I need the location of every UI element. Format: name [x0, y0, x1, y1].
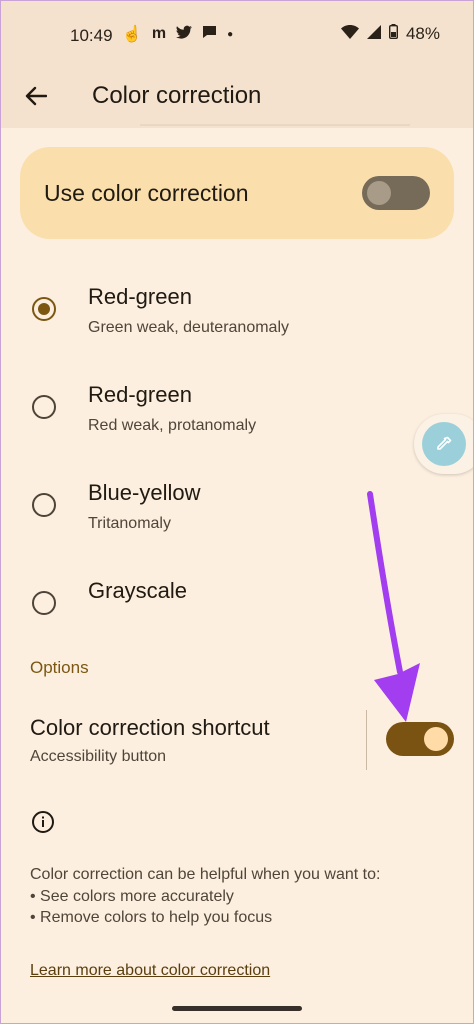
wifi-icon	[340, 24, 359, 44]
mode-subtitle: Red weak, protanomaly	[88, 417, 257, 434]
eyedropper-icon	[422, 422, 466, 466]
radio-button-selected[interactable]	[32, 297, 56, 321]
mode-subtitle: Tritanomaly	[88, 515, 171, 532]
navigation-handle[interactable]	[172, 1006, 302, 1011]
info-icon	[32, 811, 54, 833]
gesture-icon: ☝	[122, 26, 142, 43]
mode-title: Red-green	[88, 284, 192, 309]
info-text: Color correction can be helpful when you…	[30, 864, 380, 929]
twitter-icon	[176, 25, 193, 44]
mode-option-tritanomaly[interactable]: Blue-yellow Tritanomaly	[0, 480, 474, 550]
switch-thumb	[367, 181, 391, 205]
mode-option-protanomaly[interactable]: Red-green Red weak, protanomaly	[0, 382, 474, 452]
divider	[366, 710, 367, 770]
shortcut-subtitle: Accessibility button	[30, 748, 167, 765]
app-bar: Color correction	[0, 70, 474, 128]
battery-percent: 48%	[405, 24, 440, 43]
status-right: 48%	[340, 24, 440, 44]
page-title: Color correction	[92, 82, 262, 109]
radio-button[interactable]	[32, 395, 56, 419]
use-color-correction-switch[interactable]	[362, 176, 430, 210]
info-line: Color correction can be helpful when you…	[30, 866, 381, 883]
mode-title: Red-green	[88, 382, 192, 407]
m-icon: m	[151, 25, 167, 42]
arrow-left-icon	[25, 86, 47, 106]
learn-more-link[interactable]: Learn more about color correction	[30, 962, 270, 980]
notification-icons: ☝ m ●	[122, 24, 233, 44]
info-line: • Remove colors to help you focus	[30, 909, 273, 926]
use-color-correction-card[interactable]: Use color correction	[20, 147, 454, 239]
signal-icon	[366, 24, 381, 44]
mode-subtitle: Green weak, deuteranomaly	[88, 319, 289, 336]
radio-button[interactable]	[32, 493, 56, 517]
color-picker-floating-button[interactable]	[414, 414, 474, 474]
back-button[interactable]	[18, 78, 54, 114]
use-color-correction-label: Use color correction	[44, 180, 249, 206]
mode-option-deuteranomaly[interactable]: Red-green Green weak, deuteranomaly	[0, 284, 474, 354]
mode-option-grayscale[interactable]: Grayscale	[0, 578, 474, 648]
dot-icon: ●	[227, 28, 234, 40]
mode-title: Grayscale	[88, 578, 188, 603]
status-time: 10:49	[70, 26, 113, 45]
mode-title: Blue-yellow	[88, 480, 201, 505]
switch-thumb	[424, 727, 448, 751]
divider	[140, 124, 410, 126]
shortcut-switch[interactable]	[386, 722, 454, 756]
message-icon	[202, 25, 217, 44]
battery-icon	[388, 24, 398, 44]
shortcut-title: Color correction shortcut	[30, 715, 270, 740]
radio-button[interactable]	[32, 591, 56, 615]
info-line: • See colors more accurately	[30, 887, 234, 905]
options-header: Options	[30, 658, 89, 677]
status-bar: 10:49 ☝ m ● 48%	[0, 0, 474, 70]
